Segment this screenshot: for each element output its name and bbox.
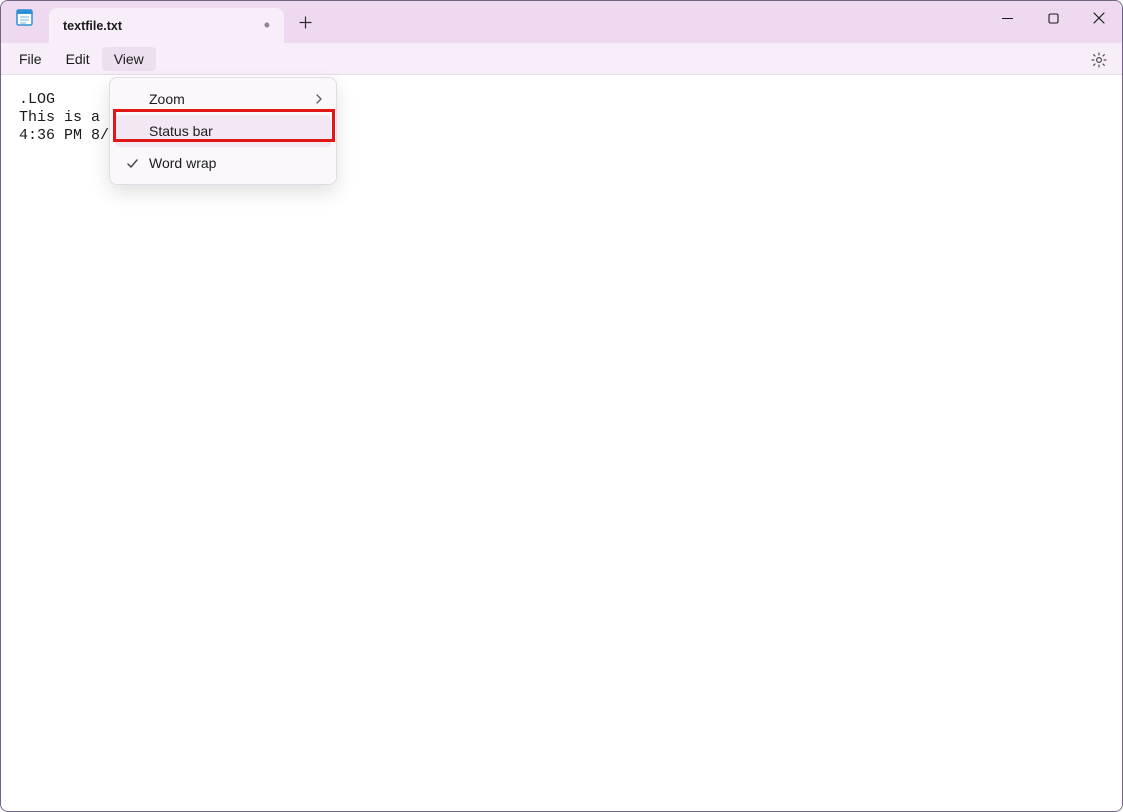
- notepad-window: textfile.txt • File Edit View: [0, 0, 1123, 812]
- titlebar: textfile.txt •: [1, 1, 1122, 43]
- text-editor[interactable]: .LOG This is a t 4:36 PM 8/2: [1, 75, 1122, 811]
- menu-view[interactable]: View: [102, 47, 156, 71]
- check-icon: [115, 157, 149, 170]
- menu-item-zoom[interactable]: Zoom: [115, 83, 331, 115]
- maximize-button[interactable]: [1030, 1, 1076, 35]
- menu-edit[interactable]: Edit: [54, 47, 102, 71]
- chevron-right-icon: [307, 94, 331, 104]
- new-tab-button[interactable]: [288, 5, 322, 39]
- menu-item-label: Zoom: [149, 91, 307, 107]
- menu-item-label: Word wrap: [149, 155, 331, 171]
- minimize-button[interactable]: [984, 1, 1030, 35]
- settings-button[interactable]: [1086, 47, 1112, 73]
- tab-title: textfile.txt: [63, 19, 264, 33]
- menu-file[interactable]: File: [7, 47, 54, 71]
- menu-item-status-bar[interactable]: Status bar: [115, 115, 331, 147]
- editor-line: .LOG: [19, 91, 55, 108]
- close-button[interactable]: [1076, 1, 1122, 35]
- menu-item-label: Status bar: [149, 123, 331, 139]
- menu-item-word-wrap[interactable]: Word wrap: [115, 147, 331, 179]
- editor-line: This is a t: [19, 109, 118, 126]
- tab-modified-indicator[interactable]: •: [264, 15, 270, 36]
- editor-line: 4:36 PM 8/2: [19, 127, 118, 144]
- document-tab[interactable]: textfile.txt •: [49, 8, 284, 43]
- window-controls: [984, 1, 1122, 43]
- notepad-app-icon: [15, 7, 35, 27]
- view-dropdown: Zoom Status bar Word wrap: [109, 77, 337, 185]
- menubar: File Edit View: [1, 43, 1122, 75]
